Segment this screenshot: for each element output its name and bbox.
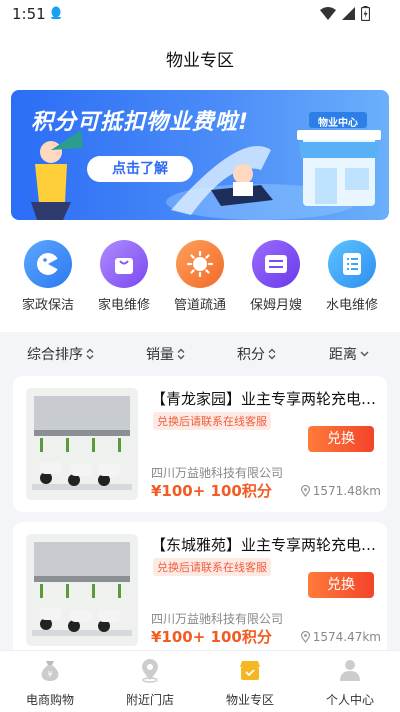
- sun-icon: [176, 240, 224, 288]
- bottom-nav: ¥ 电商购物 附近门店 物业专区 个人中心: [0, 650, 400, 712]
- category-grid: 家政保洁 家电维修 管道疏通 保姆月嫂 水电维修: [0, 228, 400, 332]
- wifi-icon: [320, 7, 336, 20]
- sort-label: 积分: [237, 347, 265, 363]
- location-pin-icon: [300, 631, 310, 643]
- distance-value: 1574.47km: [312, 630, 381, 644]
- sort-arrows-icon: [177, 348, 185, 360]
- banner-area: 积分可抵扣物业费啦! 点击了解 物业中心: [0, 90, 400, 228]
- category-item-appliance[interactable]: 家电维修: [84, 240, 164, 313]
- banner-headline: 积分可抵扣物业费啦!: [31, 110, 250, 135]
- redeem-notice-tag: 兑换后请联系在线客服: [153, 412, 271, 430]
- product-price: ¥100+ 100积分: [151, 628, 272, 646]
- promo-banner[interactable]: 积分可抵扣物业费啦! 点击了解 物业中心: [11, 90, 389, 220]
- nav-label: 物业专区: [225, 693, 274, 707]
- redeem-button[interactable]: 兑换: [308, 572, 374, 598]
- redeem-button[interactable]: 兑换: [308, 426, 374, 452]
- product-card[interactable]: 【青龙家园】业主专享两轮充电桩服务 兑换后请联系在线客服 兑换 四川万益驰科技有…: [13, 376, 387, 512]
- status-time: 1:51: [12, 5, 46, 23]
- sort-label: 距离: [329, 347, 357, 363]
- product-company: 四川万益驰科技有限公司: [151, 466, 284, 480]
- signal-icon: [342, 7, 355, 20]
- nav-label: 个人中心: [325, 693, 374, 707]
- product-distance: 1571.48km: [300, 484, 381, 498]
- nav-label: 电商购物: [25, 693, 74, 707]
- property-icon: [240, 661, 260, 680]
- distance-value: 1571.48km: [312, 484, 381, 498]
- product-title: 【东城雅苑】业主专享两轮充电桩服务: [151, 536, 377, 554]
- battery-icon: [361, 6, 370, 21]
- page-title: 物业专区: [166, 51, 234, 71]
- sort-label: 销量: [146, 347, 174, 363]
- category-label: 水电维修: [325, 298, 378, 313]
- category-label: 管道疏通: [173, 298, 226, 313]
- shopping-bag-icon: [100, 240, 148, 288]
- sort-points[interactable]: 积分: [237, 344, 276, 364]
- sort-label: 综合排序: [27, 347, 83, 363]
- learn-more-button[interactable]: 点击了解: [87, 156, 193, 182]
- chevron-down-icon: [360, 351, 369, 357]
- product-image: [26, 388, 138, 500]
- nav-item-profile[interactable]: 个人中心: [300, 657, 400, 708]
- category-item-cleaning[interactable]: 家政保洁: [8, 240, 88, 313]
- sort-bar: 综合排序 销量 积分 距离: [0, 332, 400, 376]
- document-icon: [328, 240, 376, 288]
- location-icon: [142, 659, 158, 683]
- category-item-plumbing[interactable]: 水电维修: [312, 240, 392, 313]
- sort-sales[interactable]: 销量: [146, 344, 185, 364]
- product-title: 【青龙家园】业主专享两轮充电桩服务: [151, 390, 377, 408]
- nav-item-property[interactable]: 物业专区: [200, 657, 300, 708]
- category-label: 家政保洁: [21, 298, 74, 313]
- product-distance: 1574.47km: [300, 630, 381, 644]
- cleaning-icon: [24, 240, 72, 288]
- location-pin-icon: [300, 485, 310, 497]
- banner-sign: 物业中心: [318, 118, 358, 129]
- nav-item-shopping[interactable]: ¥ 电商购物: [0, 657, 100, 708]
- category-item-nanny[interactable]: 保姆月嫂: [236, 240, 316, 313]
- product-price: ¥100+ 100积分: [151, 482, 272, 500]
- category-item-pipe[interactable]: 管道疏通: [160, 240, 240, 313]
- sort-comprehensive[interactable]: 综合排序: [27, 344, 94, 364]
- qq-icon: [51, 6, 61, 19]
- sort-arrows-icon: [268, 348, 276, 360]
- user-icon: [340, 660, 360, 681]
- product-card[interactable]: 【东城雅苑】业主专享两轮充电桩服务 兑换后请联系在线客服 兑换 四川万益驰科技有…: [13, 522, 387, 658]
- svg-text:¥: ¥: [47, 670, 52, 679]
- status-bar: 1:51: [0, 0, 400, 28]
- category-label: 家电维修: [97, 298, 150, 313]
- product-image: [26, 534, 138, 646]
- nav-item-nearby-stores[interactable]: 附近门店: [100, 657, 200, 708]
- sort-arrows-icon: [86, 348, 94, 360]
- money-bag-icon: ¥: [41, 661, 59, 681]
- redeem-notice-tag: 兑换后请联系在线客服: [153, 558, 271, 576]
- product-company: 四川万益驰科技有限公司: [151, 612, 284, 626]
- header: 物业专区: [0, 28, 400, 90]
- category-label: 保姆月嫂: [249, 298, 302, 313]
- nav-label: 附近门店: [125, 693, 174, 707]
- sort-distance[interactable]: 距离: [329, 344, 369, 364]
- card-icon: [252, 240, 300, 288]
